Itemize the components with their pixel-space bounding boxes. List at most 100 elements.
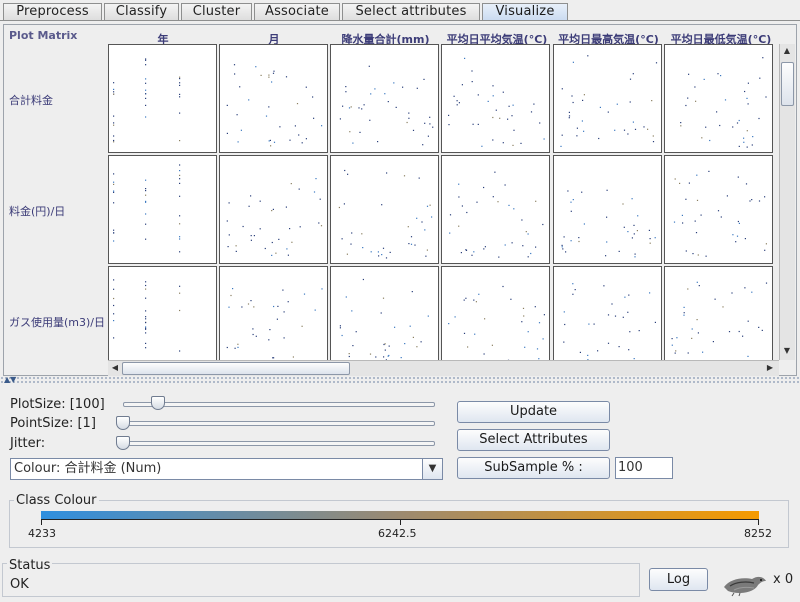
point-size-slider[interactable]	[116, 416, 130, 430]
scatter-cell[interactable]	[664, 44, 773, 153]
collapse-arrows-icon[interactable]: ▲▼	[4, 375, 16, 384]
plot-size-slider[interactable]	[151, 396, 165, 410]
data-point	[252, 333, 254, 336]
class-colour-min: 4233	[28, 527, 56, 540]
data-point	[237, 346, 239, 348]
scatter-plot-matrix[interactable]	[108, 44, 776, 360]
scatter-cell[interactable]	[664, 266, 773, 360]
colour-select[interactable]: Colour: 合計料金 (Num) ▼	[10, 458, 443, 480]
data-point	[179, 223, 181, 225]
status-panel	[2, 563, 640, 597]
data-point	[565, 251, 567, 253]
log-button[interactable]: Log	[649, 568, 708, 591]
data-point	[145, 288, 147, 290]
data-point	[687, 352, 689, 354]
data-point	[303, 293, 306, 295]
scatter-cell[interactable]	[108, 266, 217, 360]
scatter-cell[interactable]	[108, 44, 217, 153]
data-point	[250, 300, 252, 302]
data-point	[484, 318, 486, 320]
data-point	[712, 341, 714, 343]
jitter-slider[interactable]	[116, 436, 130, 450]
data-point	[179, 238, 181, 240]
data-point	[343, 203, 345, 205]
scatter-cell[interactable]	[219, 44, 328, 153]
data-point	[716, 111, 718, 113]
subsample-input[interactable]: 100	[615, 457, 673, 479]
update-button[interactable]: Update	[457, 401, 610, 423]
data-point	[250, 195, 252, 197]
scatter-cell[interactable]	[441, 44, 550, 153]
data-point	[633, 233, 635, 235]
data-point	[471, 81, 473, 83]
scatter-cell[interactable]	[664, 155, 773, 264]
scatter-plot	[673, 170, 767, 257]
data-point	[576, 135, 578, 137]
tab-cluster[interactable]: Cluster	[181, 3, 252, 21]
data-point	[735, 241, 737, 243]
data-point	[277, 305, 279, 307]
vertical-scroll-thumb[interactable]	[781, 62, 794, 106]
data-point	[248, 99, 250, 101]
data-point	[475, 301, 477, 303]
select-attributes-button[interactable]: Select Attributes	[457, 429, 610, 451]
chevron-down-icon[interactable]: ▼	[422, 459, 442, 479]
data-point	[629, 78, 632, 80]
data-point	[113, 124, 115, 126]
data-point	[587, 354, 589, 356]
scatter-cell[interactable]	[553, 155, 662, 264]
data-point	[179, 195, 181, 197]
data-point	[603, 285, 605, 287]
data-point	[260, 74, 262, 76]
scatter-cell[interactable]	[553, 44, 662, 153]
scroll-right-icon[interactable]: ▶	[763, 361, 777, 375]
data-point	[632, 121, 634, 123]
data-point	[654, 321, 656, 323]
scatter-cell[interactable]	[553, 266, 662, 360]
scatter-cell[interactable]	[219, 155, 328, 264]
tab-select-attributes[interactable]: Select attributes	[342, 3, 480, 21]
tab-preprocess[interactable]: Preprocess	[3, 3, 102, 21]
tab-visualize[interactable]: Visualize	[482, 3, 568, 21]
scatter-cell[interactable]	[108, 155, 217, 264]
subsample-button[interactable]: SubSample % :	[457, 457, 610, 479]
scroll-down-icon[interactable]: ▼	[780, 344, 794, 358]
data-point	[235, 250, 237, 252]
scatter-cell[interactable]	[330, 266, 439, 360]
data-point	[697, 332, 699, 334]
split-pane-divider[interactable]	[0, 376, 800, 385]
data-point	[696, 199, 699, 201]
horizontal-scroll-thumb[interactable]	[122, 362, 350, 375]
scatter-cell[interactable]	[441, 266, 550, 360]
data-point	[268, 106, 270, 108]
scroll-left-icon[interactable]: ◀	[108, 361, 122, 375]
plot-matrix-title: Plot Matrix	[9, 29, 78, 42]
data-point	[737, 220, 739, 223]
tab-associate[interactable]: Associate	[254, 3, 340, 21]
data-point	[378, 255, 380, 257]
horizontal-scrollbar[interactable]: ◀ ▶	[108, 360, 779, 376]
scatter-cell[interactable]	[441, 155, 550, 264]
data-point	[358, 107, 360, 109]
jitter-slider-track[interactable]	[123, 441, 435, 446]
scatter-cell[interactable]	[330, 155, 439, 264]
plot-size-slider-track[interactable]	[123, 402, 435, 407]
data-point	[458, 196, 460, 198]
data-point	[426, 249, 428, 251]
data-point	[629, 101, 631, 103]
data-point	[673, 221, 676, 223]
data-point	[688, 182, 690, 184]
vertical-scrollbar[interactable]: ▲ ▼	[779, 44, 795, 360]
data-point	[228, 234, 230, 236]
data-point	[581, 120, 583, 122]
data-point	[474, 333, 476, 335]
tab-classify[interactable]: Classify	[104, 3, 179, 21]
data-point	[285, 206, 287, 208]
scatter-cell[interactable]	[330, 44, 439, 153]
data-point	[458, 225, 460, 227]
point-size-slider-track[interactable]	[123, 421, 435, 426]
data-point	[145, 310, 147, 312]
data-point	[542, 338, 544, 340]
scroll-up-icon[interactable]: ▲	[780, 44, 794, 58]
scatter-cell[interactable]	[219, 266, 328, 360]
